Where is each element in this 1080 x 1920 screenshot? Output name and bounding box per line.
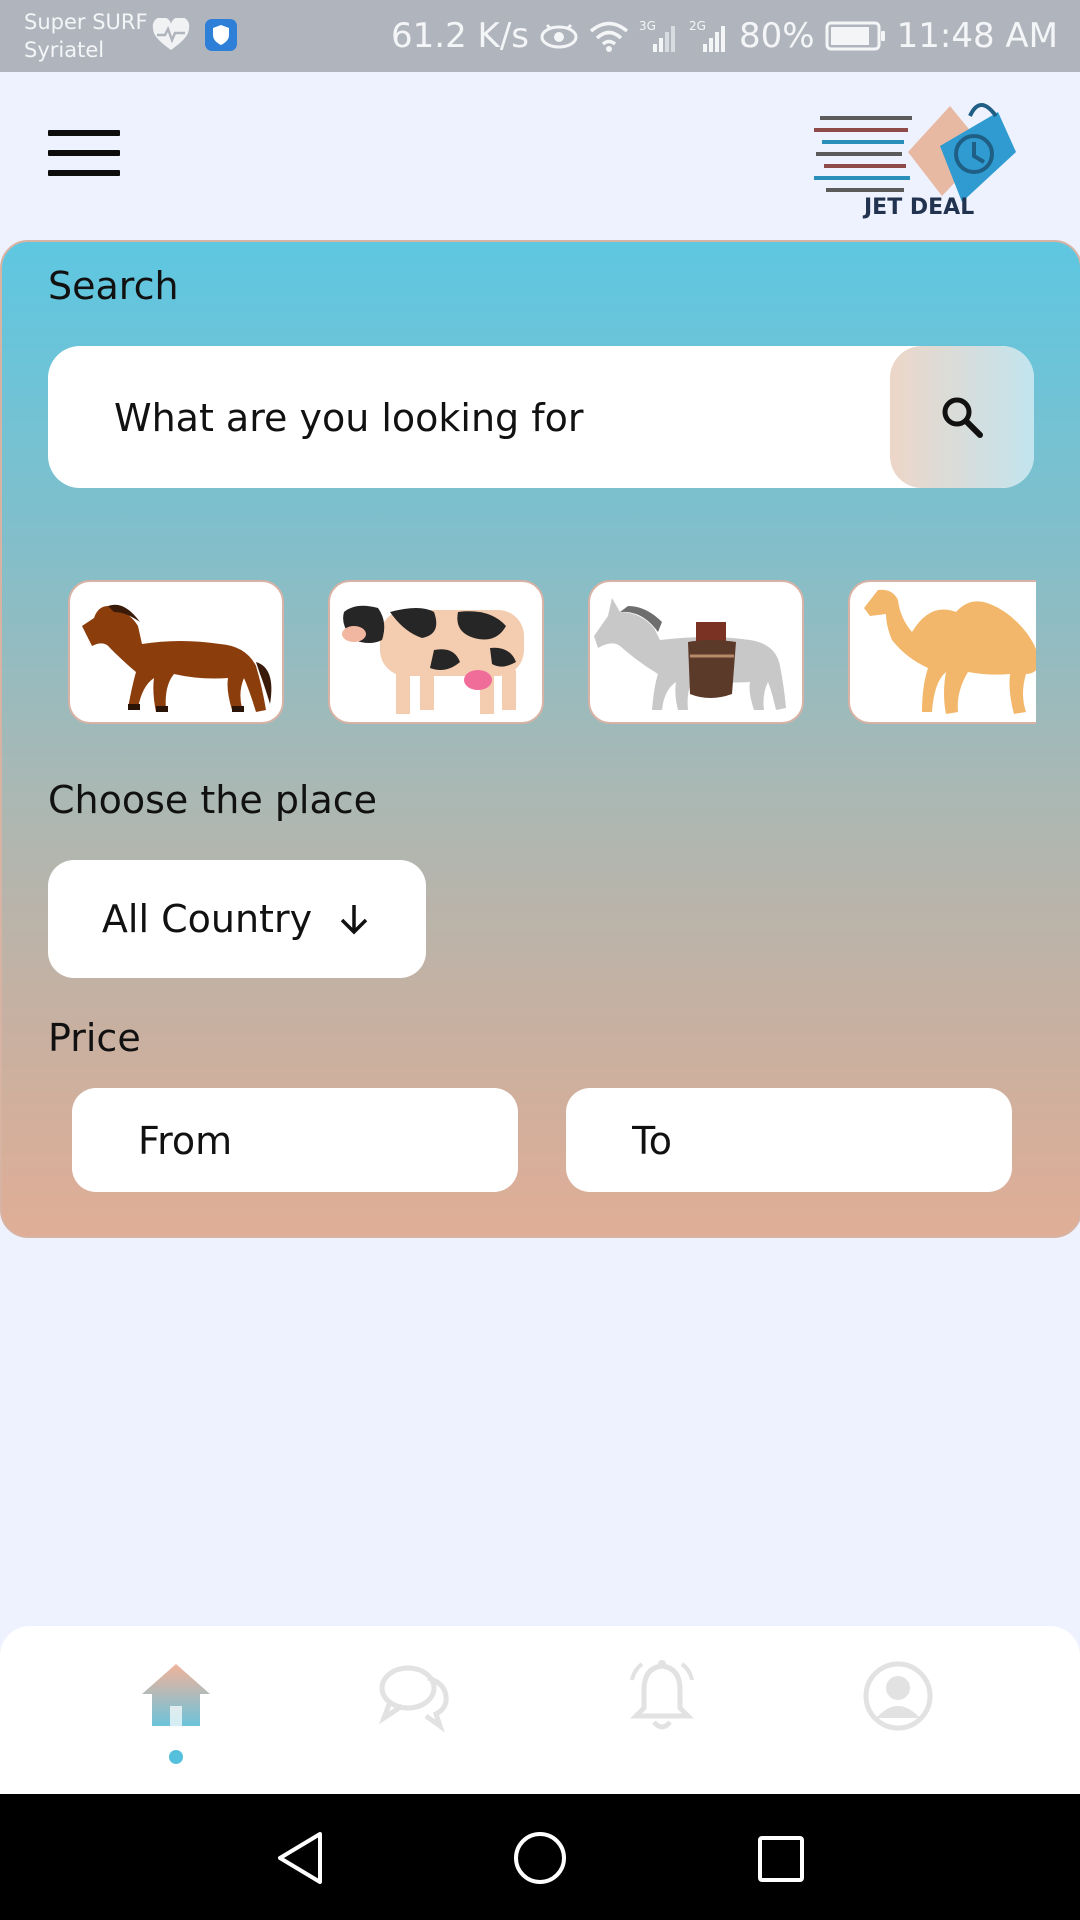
status-bar: Super SURF Syriatel 61.2 K/s 3G 2G 80% 1… <box>0 0 1080 72</box>
category-cow[interactable] <box>328 580 544 724</box>
nav-chat[interactable] <box>374 1656 454 1736</box>
signal-3g-icon: 3G <box>639 18 679 54</box>
status-left-icons <box>152 18 238 52</box>
chat-icon <box>378 1665 449 1733</box>
logo-text: JET DEAL <box>862 195 974 220</box>
search-button[interactable] <box>890 346 1034 488</box>
bell-icon <box>629 1660 695 1730</box>
battery-icon <box>825 21 887 51</box>
carrier-info: Super SURF Syriatel <box>24 8 148 64</box>
signal-2g-icon: 2G <box>689 18 729 54</box>
wifi-icon <box>589 20 629 52</box>
recents-button[interactable] <box>748 1826 812 1890</box>
search-label: Search <box>48 264 179 308</box>
carrier-line-2: Syriatel <box>24 38 105 62</box>
eye-comfort-icon <box>539 21 579 51</box>
price-to-box <box>566 1088 1012 1194</box>
bottom-navigation <box>0 1626 1080 1794</box>
home-icon <box>142 1664 210 1726</box>
place-label: Choose the place <box>48 778 378 822</box>
health-heart-icon <box>152 18 190 52</box>
price-to-input[interactable] <box>630 1088 994 1194</box>
system-navigation-bar <box>0 1794 1080 1920</box>
profile-icon <box>863 1661 933 1731</box>
status-right: 61.2 K/s 3G 2G 80% 11:48 AM <box>391 14 1058 58</box>
battery-percent: 80% <box>739 16 815 56</box>
category-list <box>68 578 1036 726</box>
price-from-box <box>72 1088 518 1194</box>
jet-deal-logo: JET DEAL <box>812 92 1018 220</box>
price-label: Price <box>48 1016 141 1060</box>
arrow-down-icon <box>340 905 368 935</box>
nav-profile[interactable] <box>858 1656 938 1736</box>
category-donkey[interactable] <box>588 580 804 724</box>
search-input[interactable] <box>112 346 896 488</box>
search-icon <box>942 397 983 438</box>
search-box <box>48 346 1034 488</box>
category-camel[interactable] <box>848 580 1036 724</box>
shield-icon <box>204 18 238 52</box>
clock: 11:48 AM <box>896 16 1058 56</box>
active-tab-indicator <box>169 1750 183 1764</box>
recents-square-icon <box>758 1836 804 1882</box>
camel-icon <box>864 589 1036 714</box>
donkey-icon <box>594 598 786 710</box>
nav-home[interactable] <box>136 1656 216 1736</box>
cow-icon <box>342 605 524 714</box>
home-button[interactable] <box>508 1826 572 1890</box>
carrier-line-1: Super SURF <box>24 10 148 34</box>
place-dropdown[interactable]: All Country <box>48 860 426 978</box>
back-button[interactable] <box>268 1826 332 1890</box>
place-selected-value: All Country <box>101 897 313 941</box>
network-2g-label: 2G <box>689 19 706 33</box>
filter-card: Search What are you looking for Choose t… <box>0 240 1080 1238</box>
horse-icon <box>82 604 272 712</box>
network-speed: 61.2 K/s <box>391 16 530 56</box>
nav-notifications[interactable] <box>622 1656 702 1736</box>
network-3g-label: 3G <box>639 19 656 33</box>
category-horse[interactable] <box>68 580 284 724</box>
hamburger-menu-icon[interactable] <box>48 130 120 182</box>
home-circle-icon <box>514 1832 566 1884</box>
price-from-input[interactable] <box>136 1088 500 1194</box>
back-triangle-icon <box>278 1832 322 1884</box>
